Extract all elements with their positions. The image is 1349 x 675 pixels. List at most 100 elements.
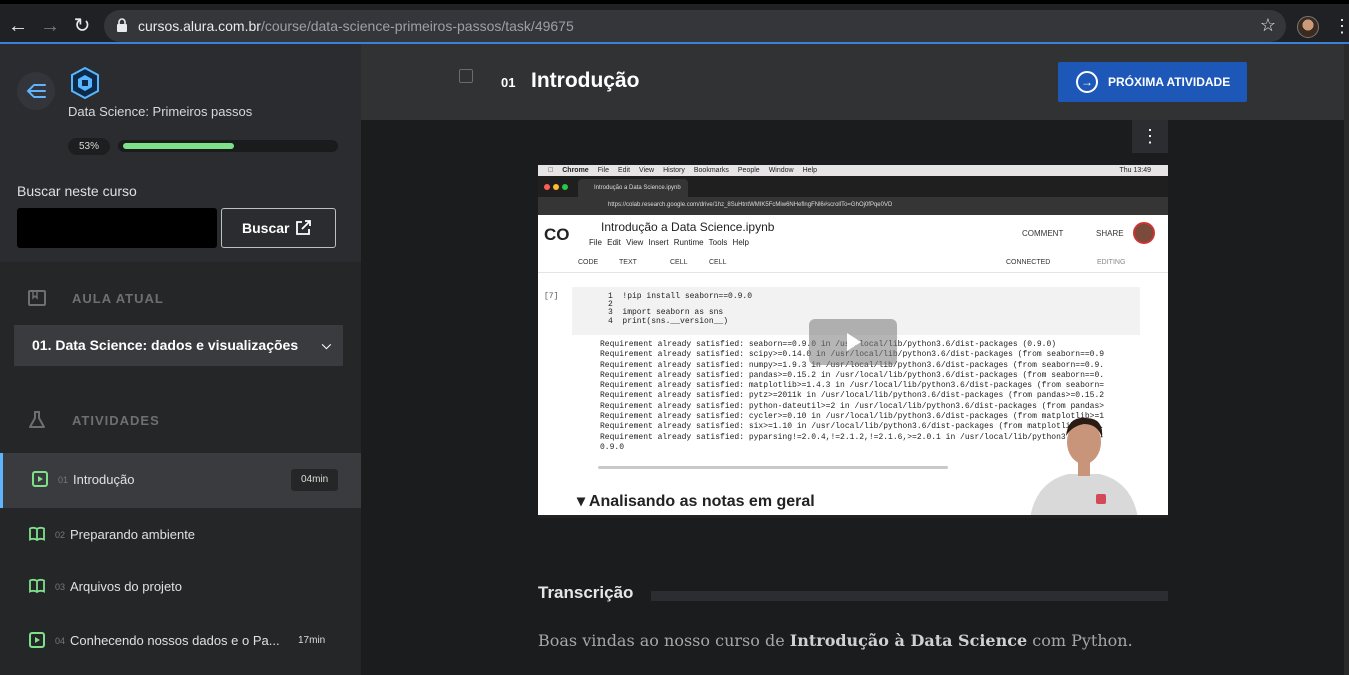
video-mac-menubar: ChromeFileEditViewHistoryBookmarksPeopl… xyxy=(538,165,1168,176)
back-menu-icon xyxy=(26,84,46,98)
page-scrollbar[interactable] xyxy=(1344,44,1349,675)
code-lines: 1 !pip install seaborn==0.9.0 2 3 import s… xyxy=(608,292,753,326)
current-lesson-label: AULA ATUAL xyxy=(72,291,164,306)
book-icon xyxy=(29,578,45,594)
mac-menu-item: Bookmarks xyxy=(688,167,729,174)
activity-number: 01 xyxy=(58,475,69,485)
colab-header: CO Introdução a Data Science.ipynb File … xyxy=(538,215,1168,253)
add-code-label: CODE xyxy=(578,259,599,266)
duration-badge: 17min xyxy=(288,630,336,652)
activity-number: 01 xyxy=(501,75,516,90)
video-inner-url: https://colab.research.google.com/drive/… xyxy=(608,202,893,208)
transcript-divider xyxy=(651,591,1168,601)
options-menu-button[interactable]: ⋮ xyxy=(1132,120,1168,153)
comment-label: COMMENT xyxy=(1022,229,1064,238)
next-activity-button[interactable]: → PRÓXIMA ATIVIDADE xyxy=(1058,62,1247,102)
bookmark-star-icon[interactable]: ☆ xyxy=(1260,15,1276,36)
video-chrome-tab: Introdução a Data Science.ipynb xyxy=(578,179,688,197)
activities-heading: ATIVIDADES xyxy=(0,406,361,436)
course-logo-icon xyxy=(71,66,99,100)
address-bar[interactable]: cursos.alura.com.br/course/data-science-… xyxy=(104,10,1286,42)
cell-up-label: CELL xyxy=(670,259,688,266)
course-header: Data Science: Primeiros passos 53% Busca… xyxy=(0,44,361,262)
transcript-text: Boas vindas ao nosso curso de Introdução… xyxy=(538,631,1133,650)
book-icon xyxy=(29,526,45,542)
activity-item[interactable]: 01 Introdução 04min xyxy=(0,453,361,508)
progress-bar xyxy=(118,140,338,152)
search-button-label: Buscar xyxy=(242,220,290,236)
collapse-sidebar-button[interactable] xyxy=(17,72,55,110)
editing-label: EDITING xyxy=(1097,259,1126,266)
mac-menu-items: Chrome File Edit View History Bookmarks People… xyxy=(562,167,826,174)
search-label: Buscar neste curso xyxy=(17,183,137,199)
sidebar: Data Science: Primeiros passos 53% Busca… xyxy=(0,44,361,675)
colab-avatar xyxy=(1133,222,1155,244)
output-scrollbar xyxy=(598,466,948,469)
video-chrome-url: https://colab.research.google.com/drive/… xyxy=(538,197,1168,215)
arrow-right-circle-icon: → xyxy=(1076,71,1098,93)
activity-number: 02 xyxy=(55,530,66,540)
colab-toolbar: CODE TEXT CELL CELL CONNECTED EDITING xyxy=(538,253,1168,273)
mac-menu-item: Edit xyxy=(612,167,630,174)
search-button[interactable]: Buscar xyxy=(221,208,336,248)
add-text-label: TEXT xyxy=(619,259,637,266)
activity-item[interactable]: 02 Preparando ambiente xyxy=(0,508,361,563)
back-arrow-icon[interactable]: ← xyxy=(6,14,30,38)
video-chrome-tabs: Introdução a Data Science.ipynb xyxy=(538,176,1168,197)
lesson-select-value: 01. Data Science: dados e visualizações xyxy=(32,337,299,353)
reload-icon[interactable]: ↻ xyxy=(70,14,94,38)
video-icon xyxy=(32,471,48,487)
external-link-icon xyxy=(296,220,311,235)
notebook-title: Introdução a Data Science.ipynb xyxy=(601,220,775,234)
activity-number: 03 xyxy=(55,582,66,592)
video-icon xyxy=(29,632,45,648)
progress-percent: 53% xyxy=(68,138,110,155)
colab-logo: CO xyxy=(544,225,570,244)
mac-menu-item: View xyxy=(633,167,654,174)
chevron-down-icon: ⌵ xyxy=(321,338,331,352)
mac-menu-item: History xyxy=(657,167,685,174)
forward-arrow-icon[interactable]: → xyxy=(38,14,62,38)
current-lesson-heading: AULA ATUAL xyxy=(0,284,361,314)
video-player[interactable]: ChromeFileEditViewHistoryBookmarksPeopl… xyxy=(538,165,1168,518)
browser-toolbar: ← → ↻ cursos.alura.com.br/course/data-sc… xyxy=(0,0,1349,44)
browser-menu-icon[interactable]: ⋮ xyxy=(1333,16,1349,36)
activity-number: 04 xyxy=(55,636,66,646)
book-outline-icon xyxy=(28,290,46,306)
url-text: cursos.alura.com.br/course/data-science-… xyxy=(138,18,574,34)
activity-title: Preparando ambiente xyxy=(70,527,196,542)
progress-bar-fill xyxy=(123,143,235,149)
video-progress-track[interactable] xyxy=(538,515,1168,518)
instructor-webcam xyxy=(1030,417,1138,518)
duration-badge: 04min xyxy=(291,469,339,491)
code-line: 1 !pip install seaborn==0.9.0 xyxy=(608,292,753,301)
transcript-title: Transcrição xyxy=(538,583,634,602)
activity-title: Introdução xyxy=(73,472,135,487)
cell-counter: [7] xyxy=(544,292,559,301)
video-outline-icon xyxy=(459,69,473,83)
activity-title: Conhecendo nossos dados e o Pa... xyxy=(70,633,280,648)
mac-menu-item: Chrome xyxy=(557,167,588,174)
activity-title: Arquivos do projeto xyxy=(70,579,183,594)
play-button[interactable] xyxy=(809,319,897,365)
mac-menu-item: File xyxy=(592,167,609,174)
activities-label: ATIVIDADES xyxy=(72,413,160,428)
activity-item[interactable]: 04 Conhecendo nossos dados e o Pa... 17min xyxy=(0,614,361,669)
mac-menu-item: People xyxy=(732,167,760,174)
activity-item[interactable]: 03 Arquivos do projeto xyxy=(0,560,361,615)
mac-clock: Thu 13:49 xyxy=(1119,167,1151,174)
notebook-menu: File Edit View Insert Runtime Tools Help xyxy=(589,238,749,247)
activity-title: Introdução xyxy=(531,69,640,92)
activity-header: 01 Introdução → PRÓXIMA ATIVIDADE xyxy=(361,44,1349,120)
profile-avatar[interactable] xyxy=(1297,16,1319,38)
mac-menu-item: Window xyxy=(763,167,794,174)
code-line: 4 print(sns.__version__) xyxy=(608,316,729,326)
next-activity-label: PRÓXIMA ATIVIDADE xyxy=(1108,75,1231,89)
course-search-input[interactable] xyxy=(17,208,217,248)
main-content: 01 Introdução → PRÓXIMA ATIVIDADE ⋮ Chr… xyxy=(361,44,1349,675)
flask-icon xyxy=(29,411,45,428)
lesson-select[interactable]: 01. Data Science: dados e visualizações … xyxy=(14,325,343,366)
share-label: SHARE xyxy=(1096,229,1124,238)
course-name[interactable]: Data Science: Primeiros passos xyxy=(68,104,252,119)
play-icon xyxy=(847,333,861,351)
